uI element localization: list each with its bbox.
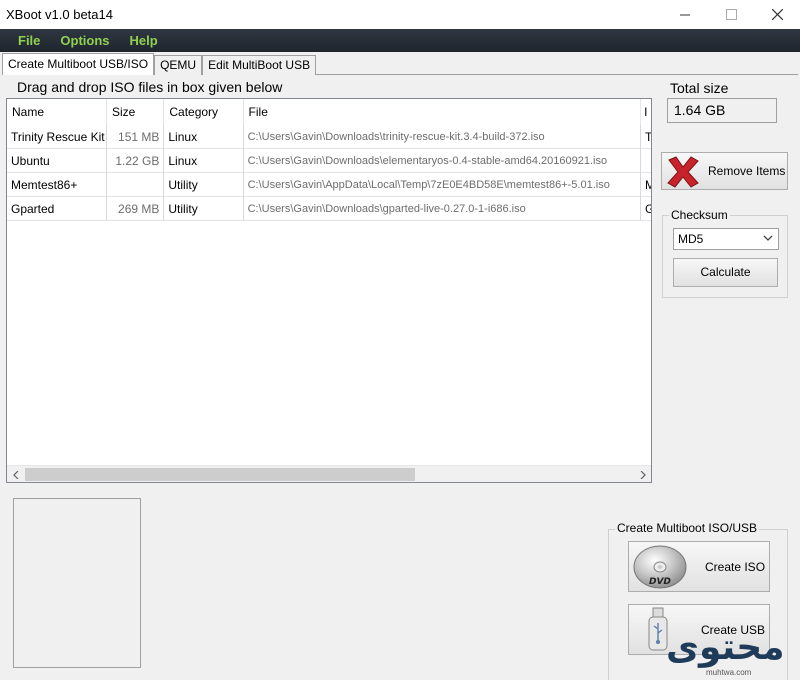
checksum-select-value: MD5	[678, 232, 704, 246]
menu-file[interactable]: File	[8, 29, 50, 52]
svg-text:DVD: DVD	[649, 577, 671, 587]
menu-options[interactable]: Options	[50, 29, 119, 52]
menu-help[interactable]: Help	[120, 29, 168, 52]
total-size-label: Total size	[670, 80, 729, 96]
cell-extra: G	[645, 202, 652, 216]
cell-file: C:\Users\Gavin\Downloads\gparted-live-0.…	[244, 197, 642, 221]
cell-extra: M	[645, 178, 652, 192]
cd-dvd-icon: DVD	[633, 545, 687, 589]
calculate-button[interactable]: Calculate	[673, 258, 778, 287]
column-header-size[interactable]: Size	[106, 99, 165, 125]
iso-list[interactable]: Name Size Category File I Trinity Rescue…	[6, 98, 652, 483]
cell-file: C:\Users\Gavin\Downloads\trinity-rescue-…	[244, 125, 642, 149]
red-x-icon	[667, 156, 699, 188]
close-button[interactable]	[754, 0, 800, 29]
menu-bar: File Options Help	[0, 29, 800, 52]
cell-size	[107, 173, 165, 197]
table-row[interactable]: Gparted 269 MB Utility C:\Users\Gavin\Do…	[7, 197, 651, 221]
scroll-left-button[interactable]	[7, 466, 24, 483]
title-bar: XBoot v1.0 beta14	[0, 0, 800, 29]
remove-items-label: Remove Items	[708, 164, 786, 178]
minimize-button[interactable]	[662, 0, 708, 29]
cell-size: 151 MB	[107, 125, 165, 149]
total-size-value: 1.64 GB	[667, 98, 777, 123]
cell-category: Linux	[164, 149, 244, 173]
minimize-icon	[679, 14, 690, 16]
column-header-extra[interactable]: I	[641, 99, 652, 125]
column-header-name[interactable]: Name	[7, 99, 107, 125]
table-row[interactable]: Trinity Rescue Kit 151 MB Linux C:\Users…	[7, 125, 651, 149]
column-header-file[interactable]: File	[243, 99, 642, 125]
drag-drop-label: Drag and drop ISO files in box given bel…	[17, 79, 283, 95]
create-group-label: Create Multiboot ISO/USB	[615, 521, 760, 535]
cell-extra: T	[645, 130, 652, 144]
close-icon	[771, 9, 783, 20]
scrollbar-thumb[interactable]	[25, 468, 415, 481]
cell-file: C:\Users\Gavin\Downloads\elementaryos-0.…	[244, 149, 642, 173]
chevron-down-icon	[763, 235, 773, 241]
cell-extra	[641, 149, 651, 173]
tab-strip: Create Multiboot USB/ISO QEMU Edit Multi…	[2, 53, 317, 75]
create-iso-label: Create ISO	[705, 560, 766, 574]
maximize-icon	[725, 9, 737, 20]
chevron-left-icon	[12, 470, 18, 479]
checksum-label: Checksum	[669, 208, 730, 222]
cell-size: 1.22 GB	[107, 149, 165, 173]
horizontal-scrollbar[interactable]	[7, 465, 651, 482]
chevron-right-icon	[640, 470, 646, 479]
watermark-logo: محتوى muhtwa.com	[666, 628, 796, 678]
cell-file: C:\Users\Gavin\AppData\Local\Temp\7zE0E4…	[244, 173, 642, 197]
cell-category: Linux	[164, 125, 244, 149]
checksum-select[interactable]: MD5	[673, 228, 779, 250]
remove-items-button[interactable]: Remove Items	[661, 152, 788, 190]
tab-edit-multiboot[interactable]: Edit MultiBoot USB	[202, 55, 317, 75]
cell-name: Ubuntu	[7, 149, 107, 173]
cell-category: Utility	[164, 197, 244, 221]
scroll-right-button[interactable]	[634, 466, 651, 483]
cell-category: Utility	[164, 173, 244, 197]
cell-name: Gparted	[7, 197, 107, 221]
window-controls	[662, 0, 800, 29]
tab-qemu[interactable]: QEMU	[154, 55, 203, 75]
watermark-text: محتوى	[666, 627, 785, 668]
maximize-button[interactable]	[708, 0, 754, 29]
table-row[interactable]: Memtest86+ Utility C:\Users\Gavin\AppDat…	[7, 173, 651, 197]
watermark-url: muhtwa.com	[706, 668, 752, 677]
cell-size: 269 MB	[107, 197, 165, 221]
table-row[interactable]: Ubuntu 1.22 GB Linux C:\Users\Gavin\Down…	[7, 149, 651, 173]
tab-create-multiboot[interactable]: Create Multiboot USB/ISO	[2, 53, 155, 75]
list-header: Name Size Category File I	[7, 99, 652, 125]
create-iso-button[interactable]: DVD Create ISO	[628, 541, 770, 592]
column-header-category[interactable]: Category	[164, 99, 244, 125]
cell-name: Trinity Rescue Kit	[7, 125, 107, 149]
window-title: XBoot v1.0 beta14	[6, 7, 113, 22]
preview-box	[13, 498, 141, 668]
cell-name: Memtest86+	[7, 173, 107, 197]
list-rows: Trinity Rescue Kit 151 MB Linux C:\Users…	[7, 125, 651, 221]
